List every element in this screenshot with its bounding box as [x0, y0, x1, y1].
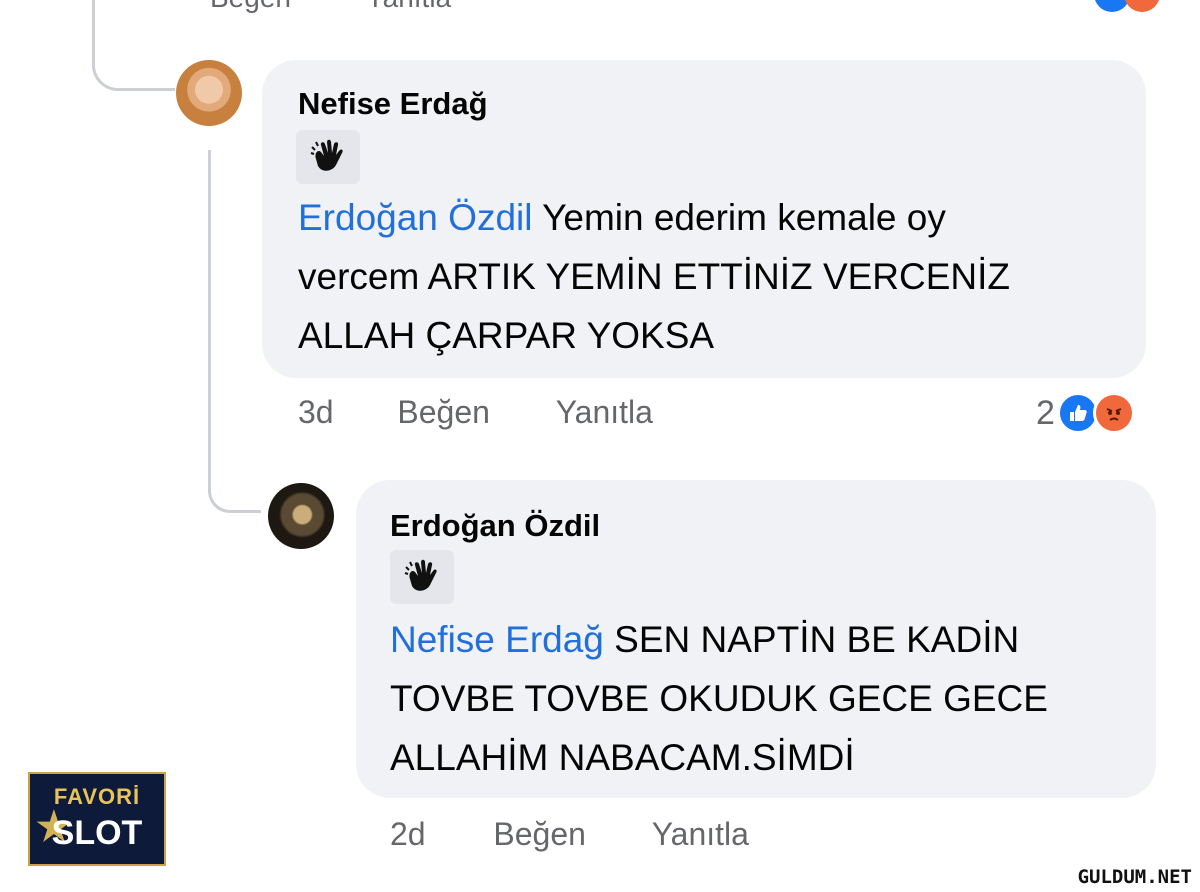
wave-icon — [390, 550, 454, 604]
favorislot-logo: ★ FAVORİ SLOT — [28, 772, 166, 866]
logo-bottom-text: SLOT — [51, 814, 143, 852]
comment-bubble: Erdoğan Özdil Nefise Erdağ SEN NAPTİN BE… — [356, 480, 1156, 798]
comment-text-line: Yemin ederim kemale oy — [532, 197, 946, 238]
avatar[interactable] — [176, 60, 242, 126]
thread-connector-line — [92, 0, 175, 91]
reaction-count: 2 — [1036, 393, 1055, 432]
comment-text-line: SEN NAPTİN BE KADİN — [603, 619, 1020, 660]
like-link[interactable]: Beğen — [397, 394, 490, 431]
comment-actions: 2d Beğen Yanıtla — [390, 816, 749, 853]
thread-connector-line — [208, 150, 211, 490]
mention-link[interactable]: Nefise Erdağ — [390, 619, 604, 660]
comment-author[interactable]: Erdoğan Özdil — [390, 508, 600, 544]
comment-bubble: Nefise Erdağ Erdoğan Özdil Yemin ederim … — [262, 60, 1146, 378]
reply-link[interactable]: Yanıtla — [366, 0, 451, 13]
comment-text-line: vercem ARTIK YEMİN ETTİNİZ VERCENİZ — [298, 256, 1011, 297]
wave-icon — [296, 130, 360, 184]
logo-top-text: FAVORİ — [53, 784, 141, 809]
comment-text-line: ALLAH ÇARPAR YOKSA — [298, 315, 715, 356]
comment-time[interactable]: 3d — [298, 394, 334, 431]
comment-actions: 3d Beğen Yanıtla — [298, 394, 653, 431]
comment-text-line: ALLAHİM NABACAM.SİMDİ — [390, 737, 855, 778]
thread-connector-line — [208, 480, 261, 513]
angry-reaction-icon — [1124, 0, 1160, 12]
comment-time[interactable]: 2d — [390, 816, 426, 853]
watermark: GULDUM.NET — [1077, 866, 1192, 888]
like-link[interactable]: Beğen — [210, 0, 291, 13]
reply-link[interactable]: Yanıtla — [556, 394, 653, 431]
reply-link[interactable]: Yanıtla — [652, 816, 749, 853]
angry-reaction-icon — [1092, 392, 1135, 434]
reaction-summary[interactable] — [1094, 0, 1160, 12]
comment-text-line: TOVBE TOVBE OKUDUK GECE GECE — [390, 678, 1048, 719]
reaction-summary[interactable]: 2 — [1036, 392, 1135, 434]
mention-link[interactable]: Erdoğan Özdil — [298, 197, 532, 238]
avatar[interactable] — [268, 483, 334, 549]
like-link[interactable]: Beğen — [493, 816, 586, 853]
cropped-action-row: Beğen Yanıtla — [210, 0, 451, 14]
comment-author[interactable]: Nefise Erdağ — [298, 86, 488, 122]
comment-text: Nefise Erdağ SEN NAPTİN BE KADİN TOVBE T… — [390, 610, 1150, 787]
like-reaction-icon — [1094, 0, 1130, 12]
comment-text: Erdoğan Özdil Yemin ederim kemale oy ver… — [298, 188, 1138, 365]
